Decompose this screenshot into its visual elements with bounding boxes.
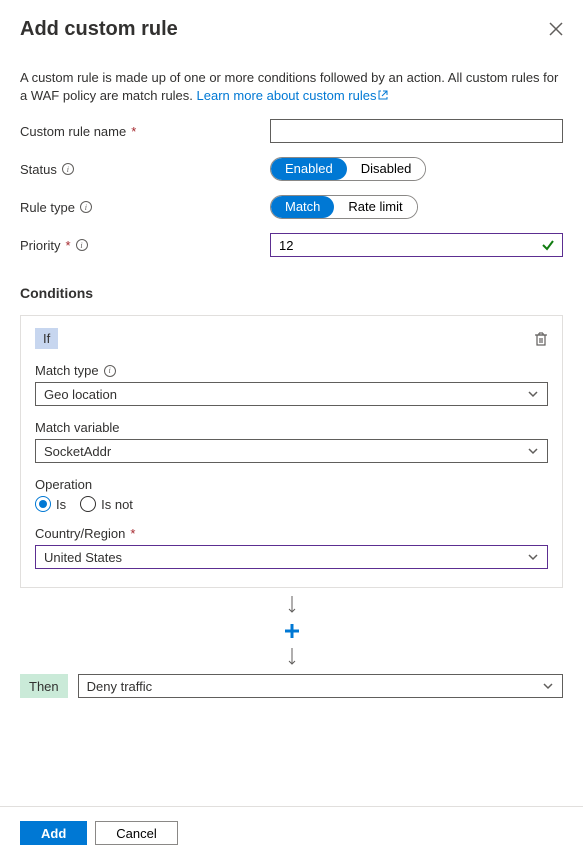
action-select[interactable]: Deny traffic — [78, 674, 563, 698]
chevron-down-icon — [527, 388, 539, 400]
rule-type-rate-limit-option[interactable]: Rate limit — [334, 196, 416, 218]
learn-more-link[interactable]: Learn more about custom rules — [197, 88, 389, 103]
name-input[interactable] — [270, 119, 563, 143]
info-icon[interactable] — [76, 239, 88, 251]
status-label: Status — [20, 162, 57, 177]
info-icon[interactable] — [62, 163, 74, 175]
add-button[interactable]: Add — [20, 821, 87, 845]
chevron-down-icon — [542, 680, 554, 692]
close-icon[interactable] — [549, 22, 563, 36]
add-condition-button[interactable] — [20, 622, 563, 640]
condition-block: If Match type Geo location Match variabl… — [20, 315, 563, 588]
match-type-value: Geo location — [44, 387, 117, 402]
info-icon[interactable] — [80, 201, 92, 213]
rule-type-label: Rule type — [20, 200, 75, 215]
operation-is-label: Is — [56, 497, 66, 512]
match-variable-label: Match variable — [35, 420, 120, 435]
info-icon[interactable] — [104, 365, 116, 377]
flow-arrow-icon — [20, 596, 563, 614]
required-asterisk: * — [65, 238, 70, 253]
match-type-label: Match type — [35, 363, 99, 378]
status-disabled-option[interactable]: Disabled — [347, 158, 426, 180]
match-type-select[interactable]: Geo location — [35, 382, 548, 406]
chevron-down-icon — [527, 551, 539, 563]
operation-label: Operation — [35, 477, 92, 492]
chevron-down-icon — [527, 445, 539, 457]
country-label: Country/Region — [35, 526, 125, 541]
operation-is-not-radio[interactable]: Is not — [80, 496, 133, 512]
flow-arrow-icon — [20, 648, 563, 666]
checkmark-icon — [541, 238, 555, 252]
priority-input[interactable] — [270, 233, 563, 257]
required-asterisk: * — [131, 124, 136, 139]
rule-type-toggle[interactable]: Match Rate limit — [270, 195, 418, 219]
country-value: United States — [44, 550, 122, 565]
status-toggle[interactable]: Enabled Disabled — [270, 157, 426, 181]
then-badge: Then — [20, 674, 68, 698]
rule-type-match-option[interactable]: Match — [271, 196, 334, 218]
action-value: Deny traffic — [87, 679, 153, 694]
priority-label: Priority — [20, 238, 60, 253]
trash-icon[interactable] — [534, 331, 548, 347]
name-label: Custom rule name — [20, 124, 126, 139]
match-variable-value: SocketAddr — [44, 444, 111, 459]
required-asterisk: * — [130, 526, 135, 541]
external-link-icon — [378, 87, 388, 97]
country-select[interactable]: United States — [35, 545, 548, 569]
match-variable-select[interactable]: SocketAddr — [35, 439, 548, 463]
conditions-heading: Conditions — [20, 285, 563, 301]
status-enabled-option[interactable]: Enabled — [271, 158, 347, 180]
panel-title: Add custom rule — [20, 18, 178, 41]
operation-is-not-label: Is not — [101, 497, 133, 512]
if-badge: If — [35, 328, 58, 349]
description: A custom rule is made up of one or more … — [20, 69, 563, 105]
operation-is-radio[interactable]: Is — [35, 496, 66, 512]
cancel-button[interactable]: Cancel — [95, 821, 177, 845]
footer-bar: Add Cancel — [0, 806, 583, 859]
